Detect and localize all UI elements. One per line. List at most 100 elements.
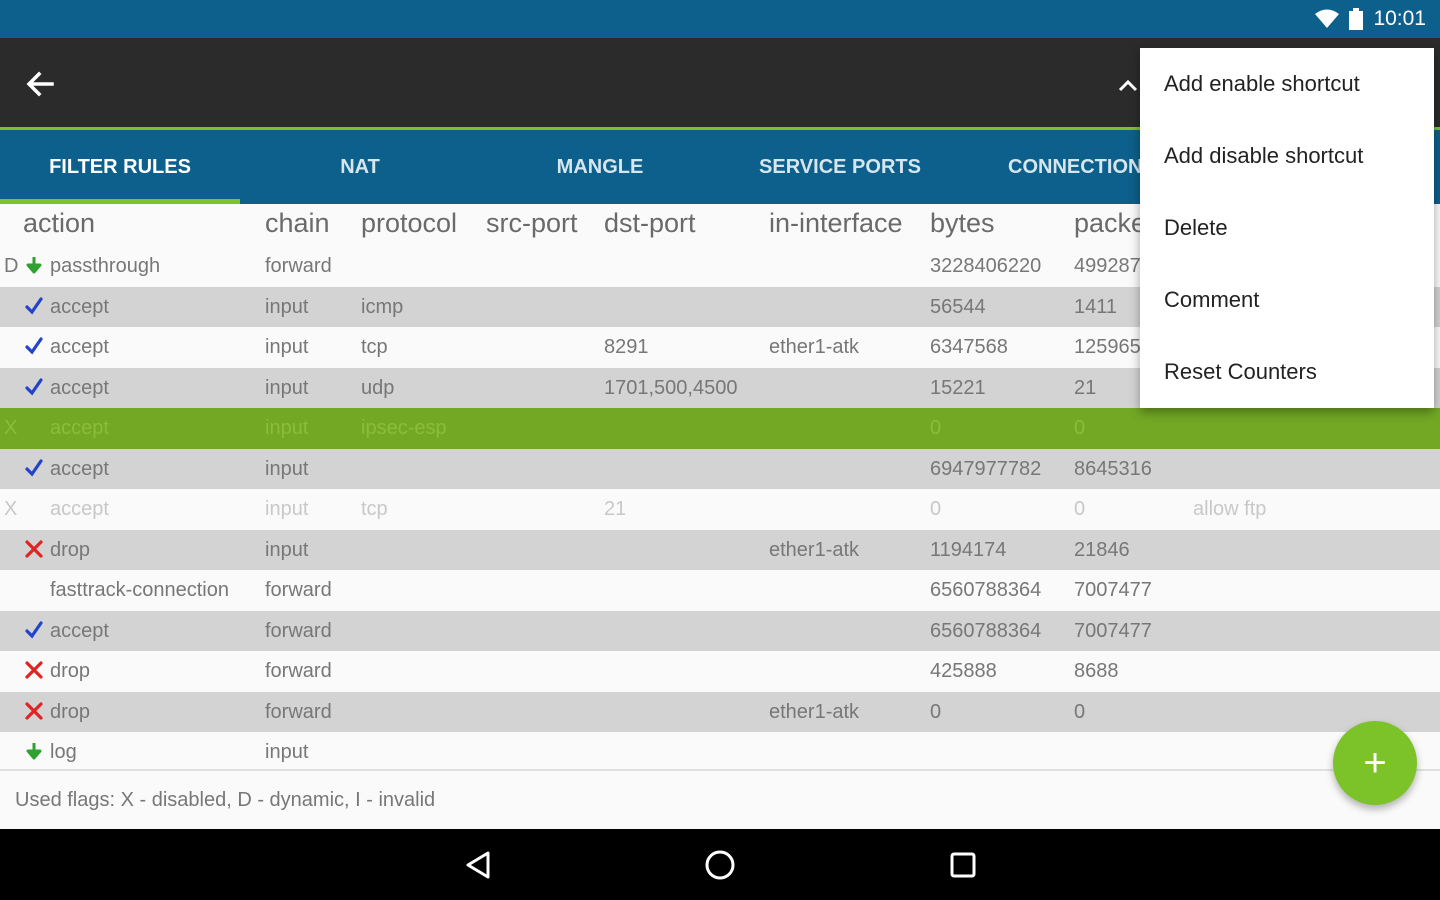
row-action: accept: [50, 457, 109, 480]
row-action: accept: [50, 417, 109, 439]
row-chain: forward: [265, 255, 332, 277]
check-icon: [24, 377, 44, 397]
table-row[interactable]: drop forward 425888 8688: [0, 651, 1440, 692]
row-protocol: ipsec-esp: [361, 417, 447, 439]
column-header-chain[interactable]: chain: [265, 208, 330, 239]
tab-service-ports[interactable]: SERVICE PORTS: [720, 130, 960, 204]
column-header-in-interface[interactable]: in-interface: [769, 208, 903, 239]
row-action: accept: [50, 619, 109, 642]
row-flag: X: [4, 498, 18, 520]
row-protocol: icmp: [361, 295, 404, 318]
row-comment: allow ftp: [1193, 498, 1267, 520]
arrow-back-icon[interactable]: [22, 66, 58, 102]
column-header-bytes[interactable]: bytes: [930, 208, 995, 239]
row-bytes: 6947977782: [930, 457, 1042, 480]
table-row[interactable]: drop forward ether1-atk 0 0: [0, 691, 1440, 732]
row-dst-port: 8291: [604, 336, 649, 358]
row-chain: forward: [265, 660, 332, 682]
menu-item-reset-counters[interactable]: Reset Counters: [1140, 336, 1434, 408]
wifi-icon: [1315, 9, 1340, 28]
row-chain: input: [265, 336, 309, 358]
tab-mangle[interactable]: MANGLE: [480, 130, 720, 204]
table-row[interactable]: Xaccept input ipsec-esp 0 0: [0, 408, 1440, 449]
row-packets: 499287: [1074, 255, 1141, 277]
table-row[interactable]: log input: [0, 732, 1440, 773]
row-packets: 7007477: [1074, 619, 1152, 642]
row-chain: input: [265, 741, 309, 763]
row-action: drop: [50, 538, 91, 561]
row-bytes: 3228406220: [930, 255, 1042, 277]
row-packets: 0: [1074, 498, 1086, 520]
table-row[interactable]: drop input ether1-atk 1194174 21846: [0, 529, 1440, 570]
overflow-menu: Add enable shortcut Add disable shortcut…: [1140, 48, 1434, 408]
tab-filter-rules[interactable]: FILTER RULES: [0, 130, 240, 204]
row-bytes: 6560788364: [930, 619, 1042, 642]
row-action: accept: [50, 295, 109, 318]
row-dst-port: 21: [604, 498, 627, 520]
row-action: accept: [50, 498, 109, 520]
add-rule-button[interactable]: +: [1333, 721, 1417, 805]
column-header-dst-port[interactable]: dst-port: [604, 208, 696, 239]
flags-legend: Used flags: X - disabled, D - dynamic, I…: [15, 789, 436, 811]
row-chain: input: [265, 457, 309, 480]
status-bar: 10:01: [0, 0, 1440, 38]
row-chain: input: [265, 538, 309, 561]
row-packets: 7007477: [1074, 579, 1152, 601]
row-chain: forward: [265, 579, 332, 601]
row-action: accept: [50, 336, 109, 358]
menu-item-add-enable-shortcut[interactable]: Add enable shortcut: [1140, 48, 1434, 120]
footer-divider: [0, 769, 1440, 771]
table-row[interactable]: accept forward 6560788364 7007477: [0, 610, 1440, 651]
row-chain: input: [265, 417, 309, 439]
row-bytes: 0: [930, 498, 942, 520]
row-action: fasttrack-connection: [50, 579, 229, 601]
row-chain: input: [265, 295, 309, 318]
row-action: log: [50, 741, 77, 763]
arrow-down-icon: [24, 741, 44, 761]
row-flag: D: [4, 255, 19, 277]
row-chain: forward: [265, 700, 332, 723]
row-packets: 1411: [1074, 295, 1118, 318]
table-row[interactable]: accept input 6947977782 8645316: [0, 448, 1440, 489]
status-time: 10:01: [1373, 7, 1426, 30]
column-header-protocol[interactable]: protocol: [361, 208, 457, 239]
table-row[interactable]: fasttrack-connection forward 6560788364 700…: [0, 570, 1440, 611]
row-packets: 21: [1074, 376, 1097, 399]
chevron-up-icon[interactable]: [1114, 74, 1142, 96]
row-packets: 8645316: [1074, 457, 1152, 480]
row-bytes: 15221: [930, 376, 986, 399]
row-protocol: udp: [361, 376, 395, 399]
column-header-action[interactable]: action: [23, 208, 95, 239]
row-chain: input: [265, 376, 309, 399]
row-packets: 0: [1074, 700, 1086, 723]
row-bytes: 6560788364: [930, 579, 1042, 601]
menu-item-comment[interactable]: Comment: [1140, 264, 1434, 336]
cross-icon: [24, 660, 44, 680]
system-nav-bar: [0, 829, 1440, 900]
row-in-interface: ether1-atk: [769, 700, 860, 723]
back-nav-icon[interactable]: [458, 845, 498, 885]
tab-nat[interactable]: NAT: [240, 130, 480, 204]
menu-item-delete[interactable]: Delete: [1140, 192, 1434, 264]
home-nav-icon[interactable]: [700, 845, 740, 885]
check-icon: [24, 620, 44, 640]
row-bytes: 6347568: [930, 336, 1008, 358]
row-flag: X: [4, 417, 18, 439]
row-chain: input: [265, 498, 309, 520]
row-bytes: 56544: [930, 295, 986, 318]
battery-icon: [1349, 8, 1364, 30]
recents-nav-icon[interactable]: [943, 845, 983, 885]
row-packets: 125965: [1074, 336, 1141, 358]
row-packets: 21846: [1074, 538, 1130, 561]
row-action: drop: [50, 660, 91, 682]
column-header-src-port[interactable]: src-port: [486, 208, 578, 239]
row-protocol: tcp: [361, 498, 388, 520]
cross-icon: [24, 701, 44, 721]
column-header-packets[interactable]: packe: [1074, 208, 1146, 239]
table-row[interactable]: Xaccept input tcp 21 0 0 allow ftp: [0, 489, 1440, 530]
row-protocol: tcp: [361, 336, 388, 358]
check-icon: [24, 458, 44, 478]
menu-item-add-disable-shortcut[interactable]: Add disable shortcut: [1140, 120, 1434, 192]
row-packets: 0: [1074, 417, 1086, 439]
row-action: accept: [50, 376, 109, 399]
